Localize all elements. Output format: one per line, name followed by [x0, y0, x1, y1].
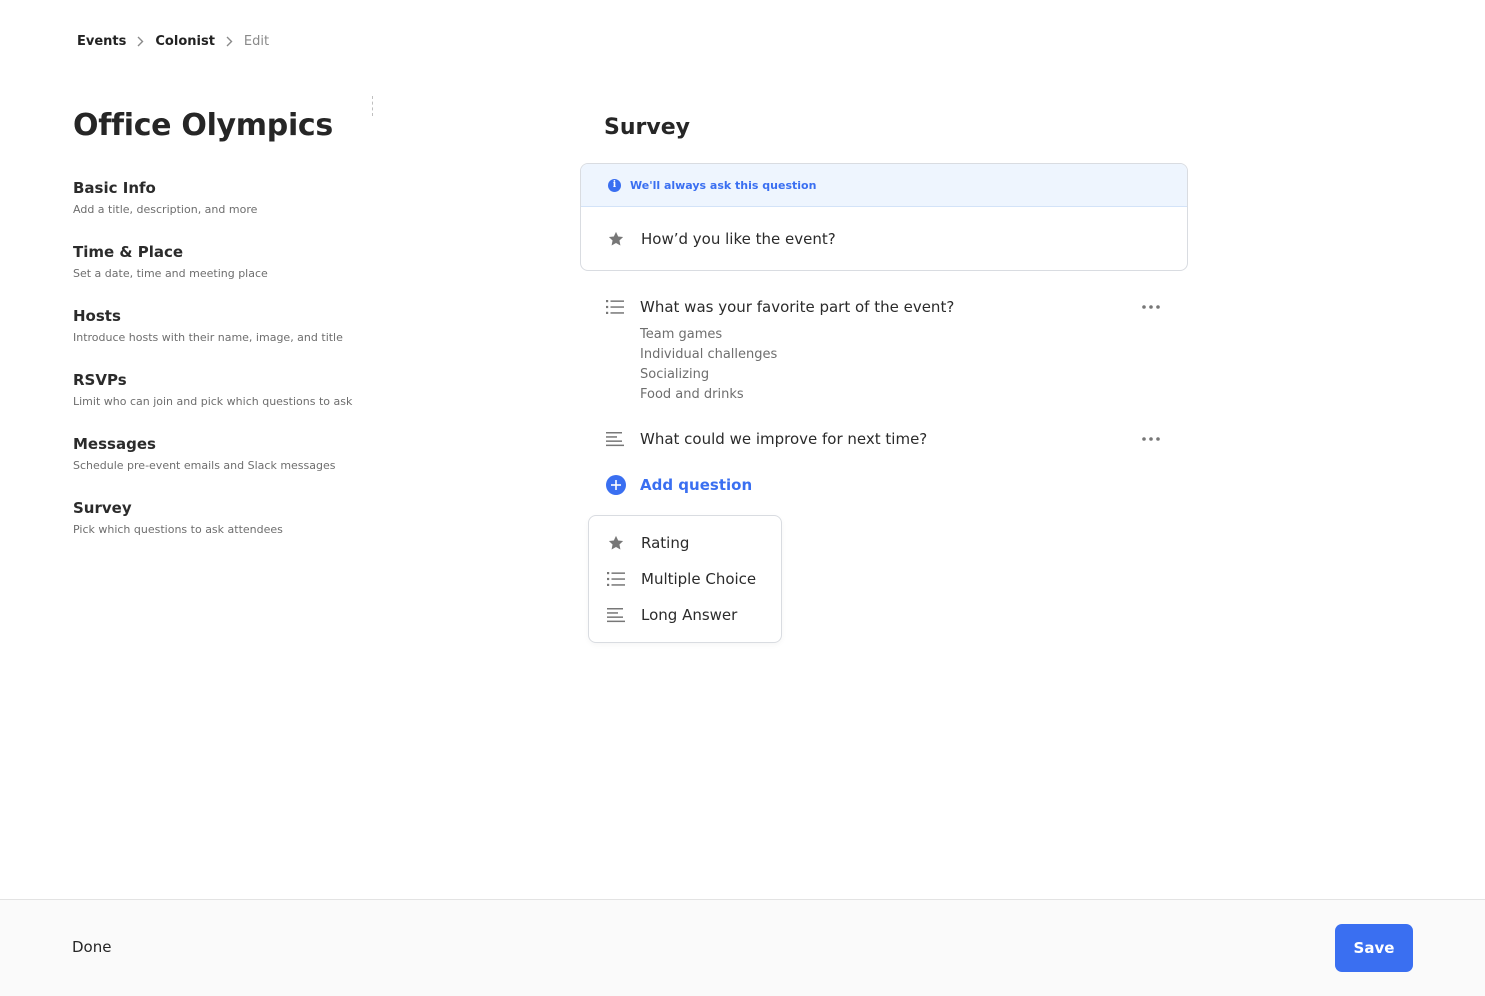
- question-text: What was your favorite part of the event…: [640, 298, 955, 316]
- list-icon: [606, 298, 624, 316]
- section-title: Survey: [604, 115, 690, 140]
- footer-bar: Done Save: [0, 899, 1485, 996]
- nav-item-hosts[interactable]: Hosts Introduce hosts with their name, i…: [73, 306, 373, 370]
- menu-label: Multiple Choice: [641, 570, 757, 588]
- fixed-question: How’d you like the event?: [581, 207, 1187, 270]
- nav-label: RSVPs: [73, 371, 127, 389]
- menu-item-rating[interactable]: Rating: [589, 525, 781, 561]
- option-item: Socializing: [640, 367, 710, 382]
- star-icon: [607, 230, 625, 248]
- chevron-right-icon: [137, 36, 144, 47]
- column-divider: [372, 96, 373, 116]
- question-item[interactable]: What could we improve for next time?: [606, 427, 1176, 451]
- plus-icon: [606, 475, 626, 495]
- nav-item-rsvps[interactable]: RSVPs Limit who can join and pick which …: [73, 370, 373, 434]
- page-title: Office Olympics: [73, 108, 333, 143]
- option-item: Food and drinks: [640, 387, 744, 402]
- long-text-icon: [607, 606, 625, 624]
- nav-description: Schedule pre-event emails and Slack mess…: [73, 459, 336, 472]
- question-type-menu: Rating Multiple Choice Long Answer: [588, 515, 782, 643]
- question-text: What could we improve for next time?: [640, 430, 928, 448]
- nav-item-time-place[interactable]: Time & Place Set a date, time and meetin…: [73, 242, 373, 306]
- info-icon: i: [608, 178, 621, 192]
- question-item[interactable]: What was your favorite part of the event…: [606, 295, 1176, 405]
- add-question-button[interactable]: Add question: [606, 475, 752, 495]
- breadcrumb: Events Colonist Edit: [77, 34, 269, 49]
- nav-item-survey[interactable]: Survey Pick which questions to ask atten…: [73, 498, 373, 562]
- question-text: How’d you like the event?: [641, 230, 836, 248]
- long-text-icon: [606, 430, 624, 448]
- done-button[interactable]: Done: [72, 938, 111, 956]
- section-nav: Basic Info Add a title, description, and…: [73, 178, 373, 562]
- nav-label: Time & Place: [73, 243, 184, 261]
- nav-description: Set a date, time and meeting place: [73, 267, 268, 280]
- menu-label: Long Answer: [641, 606, 738, 624]
- banner-text: We'll always ask this question: [630, 178, 817, 192]
- option-item: Individual challenges: [640, 347, 778, 362]
- option-item: Team games: [640, 327, 723, 342]
- star-icon: [607, 534, 625, 552]
- nav-item-messages[interactable]: Messages Schedule pre-event emails and S…: [73, 434, 373, 498]
- breadcrumb-events[interactable]: Events: [77, 34, 126, 49]
- save-button[interactable]: Save: [1335, 924, 1413, 972]
- nav-item-basic-info[interactable]: Basic Info Add a title, description, and…: [73, 178, 373, 242]
- menu-item-multiple-choice[interactable]: Multiple Choice: [589, 561, 781, 597]
- info-banner: i We'll always ask this question: [581, 164, 1187, 207]
- nav-label: Hosts: [73, 307, 121, 325]
- menu-item-long-answer[interactable]: Long Answer: [589, 597, 781, 633]
- more-options-icon[interactable]: [1140, 297, 1162, 317]
- nav-label: Survey: [73, 499, 132, 517]
- add-question-label: Add question: [640, 476, 753, 494]
- nav-description: Add a title, description, and more: [73, 203, 258, 216]
- nav-label: Messages: [73, 435, 156, 453]
- breadcrumb-edit: Edit: [243, 34, 270, 49]
- question-options: Team games Individual challenges Sociali…: [640, 325, 1176, 405]
- fixed-question-card: i We'll always ask this question How’d y…: [580, 163, 1188, 271]
- chevron-right-icon: [226, 36, 233, 47]
- nav-label: Basic Info: [73, 179, 156, 197]
- nav-description: Pick which questions to ask attendees: [73, 523, 283, 536]
- nav-description: Introduce hosts with their name, image, …: [73, 331, 343, 344]
- menu-label: Rating: [641, 534, 690, 552]
- more-options-icon[interactable]: [1140, 429, 1162, 449]
- list-icon: [607, 570, 625, 588]
- nav-description: Limit who can join and pick which questi…: [73, 395, 353, 408]
- breadcrumb-colonist[interactable]: Colonist: [155, 34, 215, 49]
